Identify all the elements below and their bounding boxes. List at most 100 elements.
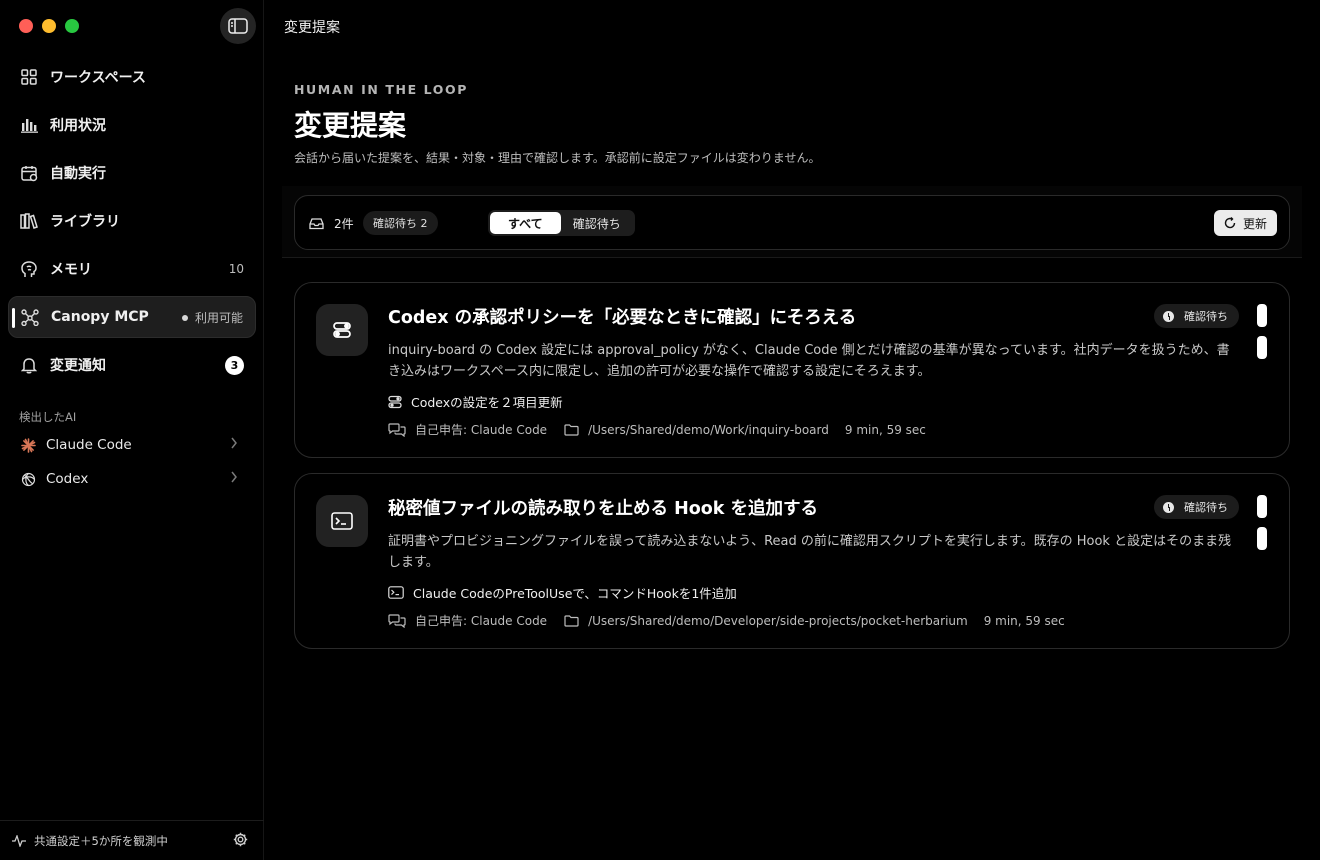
zoom-window-button[interactable] [65, 19, 79, 33]
sidebar-item-workspace[interactable]: ワークスペース [8, 56, 256, 98]
approve-button[interactable] [1257, 495, 1267, 518]
mcp-icon [21, 308, 39, 326]
grid-icon [20, 68, 38, 86]
card-actions [1257, 304, 1267, 368]
status-badge: 確認待ち [1154, 304, 1239, 328]
proposal-toolbar: 2件 確認待ち 2 すべて 確認待ち 更新 [294, 195, 1290, 250]
sidebar-item-notifications[interactable]: 変更通知 3 [8, 344, 256, 386]
chat-bubbles-icon [388, 422, 406, 437]
approve-button[interactable] [1257, 304, 1267, 327]
gear-icon[interactable] [233, 832, 248, 850]
bar-chart-icon [20, 116, 38, 134]
mcp-status-label: 利用可能 [194, 310, 243, 325]
calendar-icon [20, 164, 38, 182]
card-actions [1257, 495, 1267, 559]
proposal-path: /Users/Shared/demo/Work/inquiry-board [588, 422, 829, 437]
reject-button[interactable] [1257, 527, 1267, 550]
proposal-change: Claude CodeのPreToolUseで、コマンドHookを1件追加 [388, 583, 737, 602]
sidebar-item-label: メモリ [50, 262, 92, 278]
proposal-source: 自己申告: Claude Code [415, 423, 548, 437]
proposal-count: 2件 [309, 215, 354, 232]
status-dot-icon [181, 314, 188, 321]
proposal-count-label: 2件 [334, 217, 354, 231]
notification-count-badge: 3 [225, 355, 244, 375]
pending-chip: 確認待ち 2 [363, 211, 438, 235]
bell-icon [20, 356, 38, 374]
folder-icon [564, 423, 579, 436]
sidebar-nav: ワークスペース 利用状況 自動実行 ライブラリ メモリ 10 Canopy MC… [8, 56, 256, 392]
inbox-icon [309, 217, 324, 230]
sidebar-item-label: Canopy MCP [51, 309, 149, 325]
proposal-change: Codexの設定を２項目更新 [388, 392, 563, 411]
proposal-title: 秘密値ファイルの読み取りを止める Hook を追加する [388, 499, 819, 519]
sidebar-item-canopy-mcp[interactable]: Canopy MCP 利用可能 [8, 296, 256, 338]
sidebar-footer: 共通設定＋5か所を観測中 [0, 820, 264, 860]
terminal-icon [388, 586, 404, 599]
chat-bubbles-icon [388, 613, 406, 628]
proposal-meta: 自己申告: Claude Code /Users/Shared/demo/Wor… [388, 421, 926, 438]
openai-icon [20, 471, 36, 487]
minimize-window-button[interactable] [42, 19, 56, 33]
ai-item-claude-code[interactable]: Claude Code [20, 430, 242, 460]
status-label: 確認待ち [1184, 310, 1228, 323]
sidebar-item-automation[interactable]: 自動実行 [8, 152, 256, 194]
proposal-source: 自己申告: Claude Code [415, 614, 548, 628]
monitoring-status: 共通設定＋5か所を観測中 [34, 833, 168, 848]
sidebar-item-label: ライブラリ [50, 214, 120, 230]
proposal-elapsed: 9 min, 59 sec [983, 613, 1065, 628]
chevron-right-icon [230, 471, 238, 487]
sidebar-icon [228, 18, 248, 34]
toggles-icon [316, 304, 368, 356]
sidebar: ワークスペース 利用状況 自動実行 ライブラリ メモリ 10 Canopy MC… [0, 0, 264, 860]
sidebar-item-usage[interactable]: 利用状況 [8, 104, 256, 146]
terminal-icon [316, 495, 368, 547]
page-title: 変更提案 [294, 109, 407, 142]
proposal-meta: 自己申告: Claude Code /Users/Shared/demo/Dev… [388, 612, 1065, 629]
ai-item-label: Codex [46, 471, 89, 487]
proposal-card[interactable]: Codex の承認ポリシーを「必要なときに確認」にそろえる 確認待ち inqui… [294, 282, 1290, 458]
status-badge: 確認待ち [1154, 495, 1239, 519]
status-label: 確認待ち [1184, 501, 1228, 514]
filter-pending-tab[interactable]: 確認待ち [561, 212, 633, 234]
toggles-icon [388, 395, 402, 409]
sidebar-item-label: 変更通知 [50, 358, 106, 374]
ai-item-label: Claude Code [46, 437, 132, 453]
library-icon [20, 212, 38, 230]
page-subtitle: 会話から届いた提案を、結果・対象・理由で確認します。承認前に設定ファイルは変わり… [294, 151, 821, 165]
refresh-label: 更新 [1242, 216, 1267, 231]
activity-icon [12, 834, 26, 847]
filter-segmented-control: すべて 確認待ち [488, 210, 635, 236]
proposal-change-label: Codexの設定を２項目更新 [411, 395, 563, 410]
page-eyebrow: HUMAN IN THE LOOP [294, 82, 469, 97]
ai-item-codex[interactable]: Codex [20, 464, 242, 494]
memory-count: 10 [228, 262, 244, 276]
refresh-button[interactable]: 更新 [1213, 210, 1277, 236]
reject-button[interactable] [1257, 336, 1267, 359]
proposal-card[interactable]: 秘密値ファイルの読み取りを止める Hook を追加する 確認待ち 証明書やプロビ… [294, 473, 1290, 649]
window-title: 変更提案 [284, 20, 340, 36]
proposal-change-label: Claude CodeのPreToolUseで、コマンドHookを1件追加 [413, 586, 737, 601]
folder-icon [564, 614, 579, 627]
proposal-description: inquiry-board の Codex 設定には approval_poli… [388, 343, 1230, 379]
sidebar-toggle-button[interactable] [220, 8, 256, 44]
sidebar-item-library[interactable]: ライブラリ [8, 200, 256, 242]
sidebar-item-label: 自動実行 [50, 166, 106, 182]
proposal-title: Codex の承認ポリシーを「必要なときに確認」にそろえる [388, 308, 857, 328]
refresh-icon [1224, 217, 1236, 229]
close-window-button[interactable] [19, 19, 33, 33]
sidebar-item-label: 利用状況 [50, 118, 106, 134]
clock-icon [1163, 501, 1174, 513]
clock-icon [1163, 310, 1174, 322]
claude-icon [20, 437, 36, 453]
sidebar-item-label: ワークスペース [50, 70, 146, 86]
proposal-description: 証明書やプロビジョニングファイルを誤って読み込まないよう、Read の前に確認用… [388, 534, 1232, 570]
detected-ai-heading: 検出したAI [19, 410, 77, 424]
filter-all-tab[interactable]: すべて [490, 212, 561, 234]
sidebar-item-memory[interactable]: メモリ 10 [8, 248, 256, 290]
proposal-path: /Users/Shared/demo/Developer/side-projec… [588, 613, 968, 628]
chevron-right-icon [230, 437, 238, 453]
proposal-elapsed: 9 min, 59 sec [844, 422, 926, 437]
brain-icon [20, 260, 38, 278]
window-controls [19, 19, 79, 33]
mcp-status: 利用可能 [181, 309, 243, 326]
